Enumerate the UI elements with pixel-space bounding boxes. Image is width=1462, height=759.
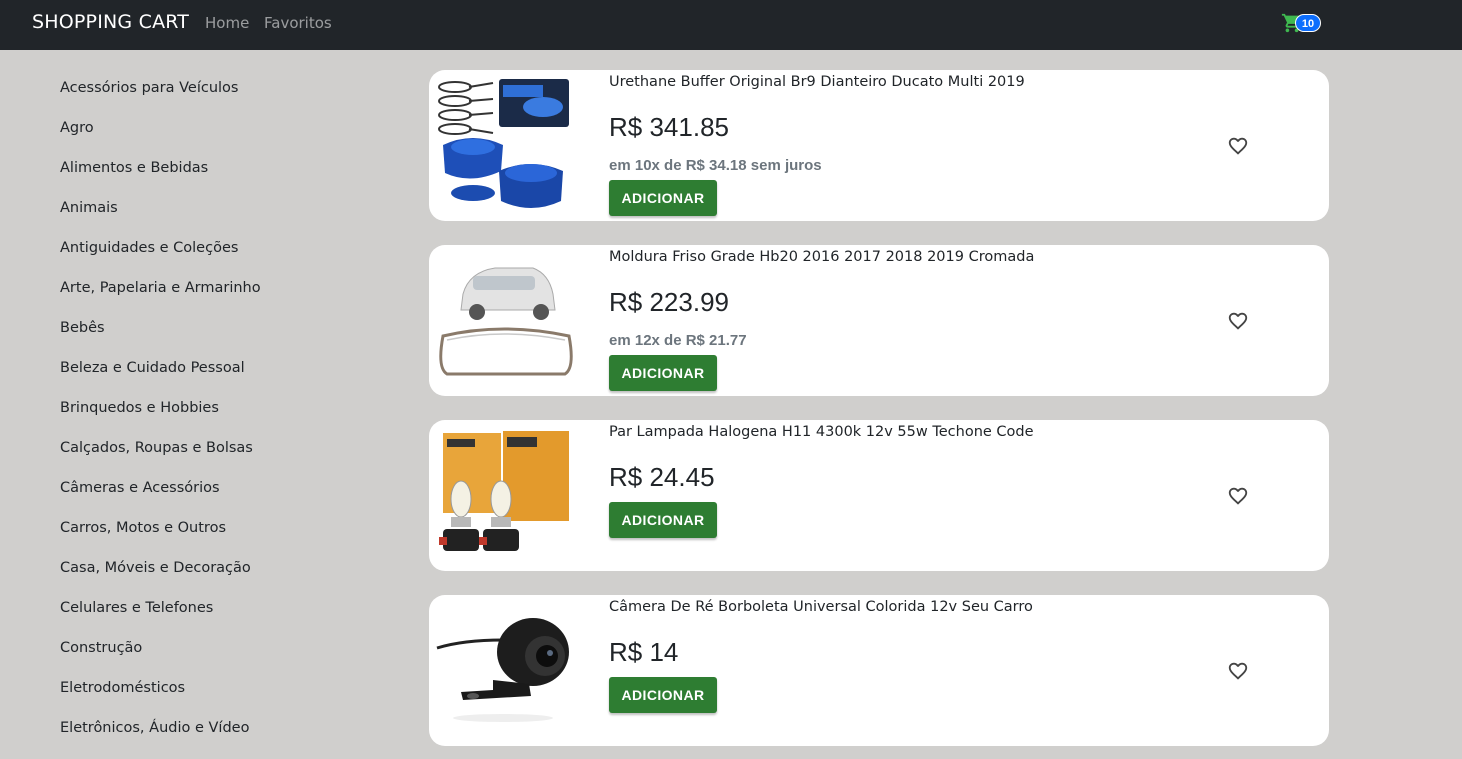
category-item[interactable]: Arte, Papelaria e Armarinho [60,280,261,296]
nav-link-favoritos[interactable]: Favoritos [264,14,332,32]
category-item[interactable]: Beleza e Cuidado Pessoal [60,360,245,376]
blue-buffer-kit-image [438,79,569,208]
add-to-cart-button[interactable]: ADICIONAR [609,677,717,713]
product-card: Par Lampada Halogena H11 4300k 12v 55w T… [429,420,1329,571]
product-installments: em 10x de R$ 34.18 sem juros [609,157,822,174]
category-item[interactable]: Celulares e Telefones [60,600,213,616]
add-to-cart-button[interactable]: ADICIONAR [609,180,717,216]
category-item[interactable]: Câmeras e Acessórios [60,480,220,496]
favorite-heart-icon[interactable] [1227,135,1249,157]
category-item[interactable]: Carros, Motos e Outros [60,520,226,536]
cart-count-badge: 10 [1295,14,1321,32]
add-to-cart-button[interactable]: ADICIONAR [609,355,717,391]
product-card: Urethane Buffer Original Br9 Dianteiro D… [429,70,1329,221]
product-price: R$ 14 [609,637,679,667]
category-item[interactable]: Bebês [60,320,105,336]
category-item[interactable]: Agro [60,120,94,136]
reverse-camera-image [436,618,569,722]
favorite-heart-icon[interactable] [1227,485,1249,507]
category-item[interactable]: Calçados, Roupas e Bolsas [60,440,253,456]
product-price: R$ 341.85 [609,112,729,142]
product-title[interactable]: Par Lampada Halogena H11 4300k 12v 55w T… [609,424,1034,440]
product-price: R$ 24.45 [609,462,715,492]
add-to-cart-button[interactable]: ADICIONAR [609,502,717,538]
product-title[interactable]: Moldura Friso Grade Hb20 2016 2017 2018 … [609,249,1034,265]
navbar: SHOPPING CART Home Favoritos 10 [0,0,1462,50]
product-title[interactable]: Urethane Buffer Original Br9 Dianteiro D… [609,74,1025,90]
product-price: R$ 223.99 [609,287,729,317]
favorite-heart-icon[interactable] [1227,660,1249,682]
brand-logo[interactable]: SHOPPING CART [32,11,189,33]
cart-button[interactable]: 10 [1281,12,1323,36]
category-item[interactable]: Alimentos e Bebidas [60,160,208,176]
product-card: Moldura Friso Grade Hb20 2016 2017 2018 … [429,245,1329,396]
category-item[interactable]: Casa, Móveis e Decoração [60,560,251,576]
category-item[interactable]: Acessórios para Veículos [60,80,238,96]
category-item[interactable]: Construção [60,640,142,656]
favorite-heart-icon[interactable] [1227,310,1249,332]
car-grille-trim-image [439,267,573,376]
halogen-bulbs-image [439,431,569,551]
category-item[interactable]: Animais [60,200,118,216]
product-card: Câmera De Ré Borboleta Universal Colorid… [429,595,1329,746]
category-item[interactable]: Eletrodomésticos [60,680,185,696]
category-item[interactable]: Brinquedos e Hobbies [60,400,219,416]
category-item[interactable]: Antiguidades e Coleções [60,240,238,256]
nav-link-home[interactable]: Home [205,14,249,32]
category-item[interactable]: Eletrônicos, Áudio e Vídeo [60,720,249,736]
product-installments: em 12x de R$ 21.77 [609,332,747,349]
product-title[interactable]: Câmera De Ré Borboleta Universal Colorid… [609,599,1033,615]
